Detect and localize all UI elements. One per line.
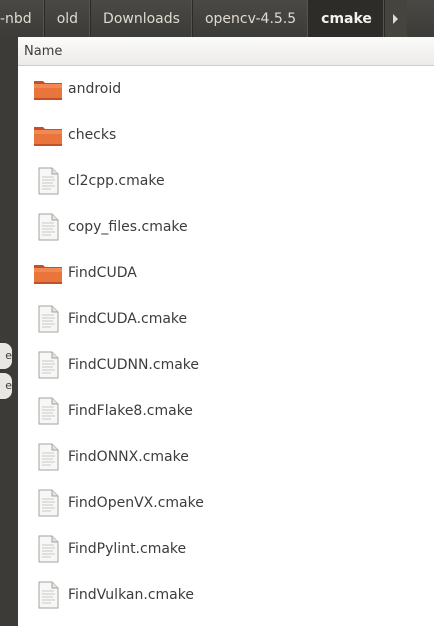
- file-row[interactable]: copy_files.cmake: [18, 204, 434, 250]
- breadcrumb-item-old[interactable]: old: [45, 0, 92, 37]
- breadcrumb: -nbd old Downloads opencv-4.5.5 cmake: [0, 0, 434, 37]
- breadcrumb-next-button[interactable]: [384, 0, 407, 37]
- sidebar-tab[interactable]: e: [0, 373, 12, 399]
- file-list-pane: Name android checks cl2cpp.cmake copy_fi…: [18, 37, 434, 626]
- breadcrumb-item-downloads[interactable]: Downloads: [91, 0, 193, 37]
- sidebar-tab[interactable]: e: [0, 343, 12, 369]
- item-name: cl2cpp.cmake: [68, 173, 165, 189]
- text-file-icon: [32, 579, 64, 611]
- name-column-header[interactable]: Name: [18, 37, 434, 66]
- item-name: FindVulkan.cmake: [68, 587, 194, 603]
- text-file-icon: [32, 487, 64, 519]
- folder-icon: [32, 257, 64, 289]
- breadcrumb-label: old: [56, 10, 79, 27]
- text-file-icon: [32, 303, 64, 335]
- item-name: android: [68, 81, 122, 97]
- breadcrumb-item-opencv[interactable]: opencv-4.5.5: [193, 0, 310, 37]
- item-name: FindFlake8.cmake: [68, 403, 193, 419]
- item-name: FindCUDNN.cmake: [68, 357, 200, 373]
- breadcrumb-label: -nbd: [0, 10, 32, 27]
- folder-icon: [32, 119, 64, 151]
- folder-row[interactable]: checks: [18, 112, 434, 158]
- breadcrumb-label: opencv-4.5.5: [204, 10, 297, 27]
- item-name: FindCUDA: [68, 265, 137, 281]
- text-file-icon: [32, 165, 64, 197]
- file-row[interactable]: FindFlake8.cmake: [18, 388, 434, 434]
- file-row[interactable]: FindVulkan.cmake: [18, 572, 434, 618]
- file-row[interactable]: FindOpenVX.cmake: [18, 480, 434, 526]
- column-header-label: Name: [24, 43, 63, 59]
- text-file-icon: [32, 533, 64, 565]
- sidebar-tab-label: e: [5, 379, 12, 392]
- text-file-icon: [32, 349, 64, 381]
- folder-row[interactable]: FindCUDA: [18, 250, 434, 296]
- item-name: FindPylint.cmake: [68, 541, 187, 557]
- sidebar-tab-label: e: [5, 349, 12, 362]
- folder-icon: [32, 73, 64, 105]
- item-name: FindOpenVX.cmake: [68, 495, 204, 511]
- breadcrumb-label: Downloads: [103, 10, 180, 27]
- triangle-right-icon: [393, 13, 399, 24]
- sidebar-edge: e e: [0, 37, 18, 626]
- text-file-icon: [32, 395, 64, 427]
- item-name: FindCUDA.cmake: [68, 311, 188, 327]
- item-name: FindONNX.cmake: [68, 449, 189, 465]
- item-name: copy_files.cmake: [68, 219, 188, 235]
- file-row[interactable]: cl2cpp.cmake: [18, 158, 434, 204]
- breadcrumb-label: cmake: [321, 10, 372, 27]
- text-file-icon: [32, 211, 64, 243]
- breadcrumb-item-cmake[interactable]: cmake: [309, 0, 385, 37]
- breadcrumb-item-nbd[interactable]: -nbd: [0, 0, 45, 37]
- file-row[interactable]: FindONNX.cmake: [18, 434, 434, 480]
- file-row[interactable]: FindCUDA.cmake: [18, 296, 434, 342]
- item-name: checks: [68, 127, 117, 143]
- file-row[interactable]: FindCUDNN.cmake: [18, 342, 434, 388]
- folder-row[interactable]: android: [18, 66, 434, 112]
- text-file-icon: [32, 441, 64, 473]
- file-row[interactable]: FindPylint.cmake: [18, 526, 434, 572]
